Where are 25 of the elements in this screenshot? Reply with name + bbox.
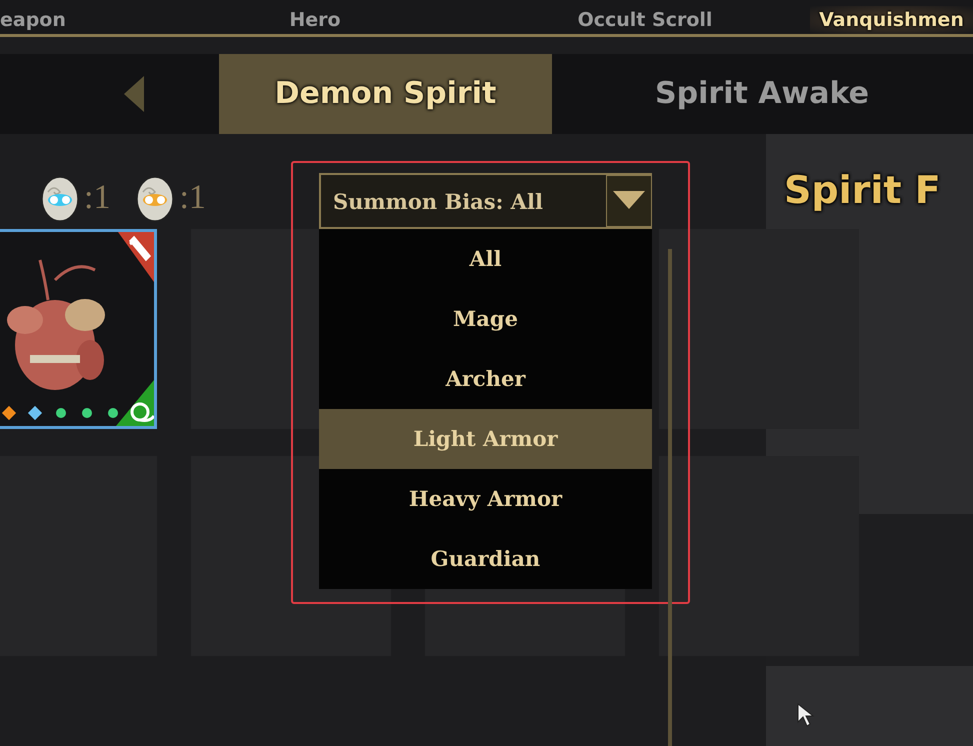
dropdown-option[interactable]: Mage — [319, 289, 652, 349]
egg-count: :1 — [84, 179, 110, 217]
sword-badge-icon — [118, 232, 154, 282]
egg-count: :1 — [179, 179, 206, 217]
left-arrow-icon[interactable] — [122, 76, 146, 112]
caret-icon — [606, 175, 652, 227]
dropdown-option[interactable]: Heavy Armor — [319, 469, 652, 529]
swirl-badge-icon — [116, 380, 154, 426]
nav-tab[interactable]: Vanquishmen — [810, 6, 973, 34]
nav-tab[interactable]: Hero — [150, 6, 480, 34]
dropdown-option[interactable]: All — [319, 229, 652, 289]
dropdown-option[interactable]: Light Armor — [319, 409, 652, 469]
nav-tab[interactable]: eapon — [0, 6, 150, 34]
empty-slot[interactable] — [659, 456, 859, 656]
dropdown-option[interactable]: Guardian — [319, 529, 652, 589]
panel-title: Spirit F — [784, 168, 941, 212]
nav-tab[interactable]: Occult Scroll — [480, 6, 810, 34]
cursor-icon — [796, 702, 816, 728]
summon-bias-dropdown[interactable]: Summon Bias: All — [319, 173, 652, 229]
sub-tab[interactable]: Demon Spirit — [219, 54, 552, 134]
empty-slot[interactable] — [659, 229, 859, 429]
scrollbar[interactable] — [668, 249, 672, 746]
sub-tab[interactable]: Spirit Awake — [552, 54, 972, 134]
dropdown-option[interactable]: Archer — [319, 349, 652, 409]
spirit-card[interactable] — [0, 229, 157, 429]
